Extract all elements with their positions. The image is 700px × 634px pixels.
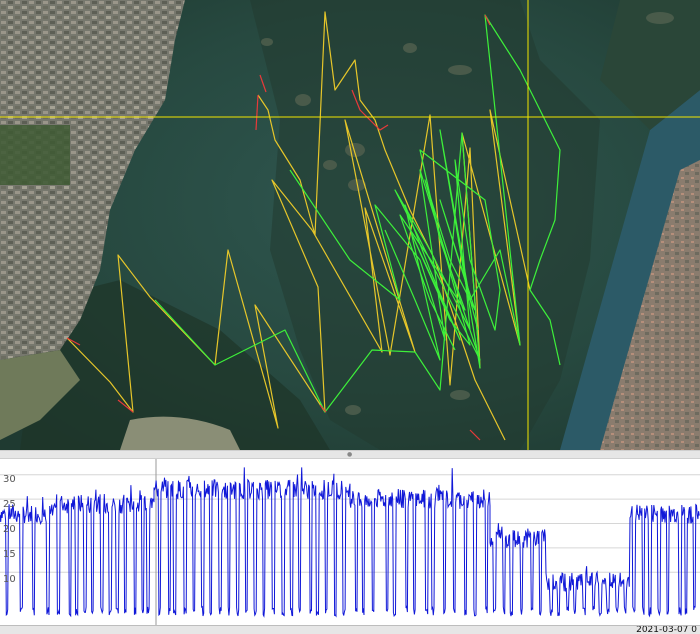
map-view[interactable] [0, 0, 700, 450]
ytick-label: 30 [3, 474, 16, 485]
ytick-label: 15 [3, 549, 16, 560]
ytick-label: 10 [3, 574, 16, 585]
speed-chart-plot [0, 459, 700, 625]
splitter-grip-icon[interactable]: ● [347, 452, 352, 458]
satellite-map[interactable] [0, 0, 700, 450]
ytick-label: 20 [3, 524, 16, 535]
timestamp-label: 2021-03-07 0 [636, 625, 697, 634]
park-area [0, 125, 70, 185]
ytick-label: 25 [3, 499, 16, 510]
panel-splitter[interactable]: ● [0, 450, 700, 459]
status-bar: 2021-03-07 0 [0, 625, 700, 634]
speed-chart[interactable]: 30 25 20 15 10 [0, 459, 700, 625]
speed-series-line [0, 467, 700, 618]
